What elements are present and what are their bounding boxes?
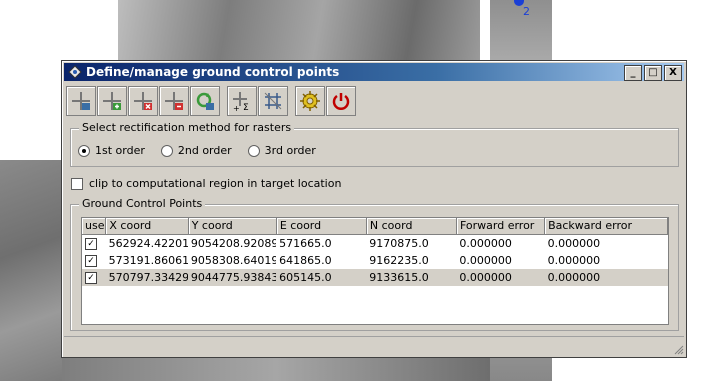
table-row[interactable]: ✓ 562924.422014 9054208.92089 571665.0 9… xyxy=(82,235,668,252)
rms-compute-icon: Σ+ xyxy=(233,92,249,112)
gcp-delete-button[interactable] xyxy=(128,86,158,116)
table-row[interactable]: ✓ 573191.86061 9058308.64019 641865.0 91… xyxy=(82,252,668,269)
cell-x[interactable]: 573191.86061 xyxy=(106,254,188,267)
cell-n[interactable]: 9162235.0 xyxy=(366,254,456,267)
gcp-reload-icon xyxy=(196,92,214,110)
minimize-button[interactable]: _ xyxy=(624,65,642,81)
gcp-group: Ground Control Points use X coord Y coor… xyxy=(70,197,679,331)
cell-e[interactable]: 641865.0 xyxy=(276,254,366,267)
rectification-group-label: Select rectification method for rasters xyxy=(79,121,295,134)
gcp-manager-window: Define/manage ground control points _ □ … xyxy=(61,60,687,358)
cell-e[interactable]: 571665.0 xyxy=(276,237,366,250)
radio-dot[interactable] xyxy=(78,144,90,157)
radio-3rd-order[interactable]: 3rd order xyxy=(247,144,316,157)
toolbar: Σ + xyxy=(66,86,356,116)
close-button[interactable]: X xyxy=(664,65,682,81)
column-header-use[interactable]: use xyxy=(82,218,107,234)
radio-label: 2nd order xyxy=(177,144,232,157)
gcp-add-button[interactable] xyxy=(97,86,127,116)
gcp-clear-button[interactable] xyxy=(159,86,189,116)
quit-button[interactable] xyxy=(326,86,356,116)
cell-forward-error: 0.000000 xyxy=(459,237,512,250)
clip-region-checkbox[interactable] xyxy=(71,177,83,190)
gcp-clear-icon xyxy=(165,92,183,110)
column-header-y[interactable]: Y coord xyxy=(189,218,277,234)
cell-y[interactable]: 9058308.64019 xyxy=(188,254,276,267)
cell-x[interactable]: 570797.334294 xyxy=(106,271,188,284)
radio-2nd-order[interactable]: 2nd order xyxy=(160,144,232,157)
radio-dot[interactable] xyxy=(247,144,260,157)
svg-text:Σ: Σ xyxy=(243,103,249,112)
use-checkbox[interactable]: ✓ xyxy=(85,254,97,267)
cell-x[interactable]: 562924.422014 xyxy=(106,237,188,250)
use-checkbox[interactable]: ✓ xyxy=(85,237,97,250)
window-title: Define/manage ground control points xyxy=(86,65,340,79)
settings-icon xyxy=(300,91,320,111)
cell-n[interactable]: 9133615.0 xyxy=(366,271,456,284)
table-row-selected[interactable]: ✓ 570797.334294 9044775.93843 605145.0 9… xyxy=(82,269,668,286)
maximize-button[interactable]: □ xyxy=(644,65,662,81)
rectification-group: Select rectification method for rasters … xyxy=(70,121,679,167)
gcp-add-icon xyxy=(103,92,121,110)
gcp-new-icon xyxy=(72,92,90,110)
resize-grip-icon[interactable] xyxy=(674,345,684,355)
app-icon xyxy=(68,65,82,79)
radio-dot[interactable] xyxy=(160,144,173,157)
gcp-delete-icon xyxy=(134,92,152,110)
rms-compute-button[interactable]: Σ + xyxy=(227,86,257,116)
gcp-new-button[interactable] xyxy=(66,86,96,116)
clip-region-option[interactable]: clip to computational region in target l… xyxy=(71,177,341,190)
cell-forward-error: 0.000000 xyxy=(459,271,512,284)
status-bar xyxy=(64,336,684,355)
use-checkbox[interactable]: ✓ xyxy=(85,271,97,284)
cell-e[interactable]: 605145.0 xyxy=(276,271,366,284)
cell-forward-error: 0.000000 xyxy=(459,254,512,267)
cell-n[interactable]: 9170875.0 xyxy=(366,237,456,250)
title-bar[interactable]: Define/manage ground control points _ □ … xyxy=(64,63,684,81)
radio-label: 1st order xyxy=(95,144,145,157)
gcp-reload-button[interactable] xyxy=(190,86,220,116)
cell-y[interactable]: 9054208.92089 xyxy=(188,237,276,250)
column-header-forward-error[interactable]: Forward error xyxy=(457,218,546,234)
radio-label: 3rd order xyxy=(264,144,316,157)
column-header-backward-error[interactable]: Backward error xyxy=(545,218,668,234)
cell-backward-error: 0.000000 xyxy=(547,271,601,284)
gcp-table[interactable]: use X coord Y coord E coord N coord Forw… xyxy=(81,217,669,325)
column-header-e[interactable]: E coord xyxy=(277,218,367,234)
cell-y[interactable]: 9044775.93843 xyxy=(188,271,276,284)
power-icon xyxy=(332,93,350,110)
clip-region-label: clip to computational region in target l… xyxy=(89,177,342,190)
map-raster-top xyxy=(118,0,480,66)
gcp-marker-label: 2 xyxy=(523,5,530,18)
map-raster-bottom xyxy=(62,356,490,381)
column-header-x[interactable]: X coord xyxy=(106,218,189,234)
cell-backward-error: 0.000000 xyxy=(547,254,601,267)
settings-button[interactable] xyxy=(295,86,325,116)
svg-text:+: + xyxy=(233,104,240,112)
georectify-icon xyxy=(264,92,282,110)
georectify-button[interactable] xyxy=(258,86,288,116)
radio-1st-order[interactable]: 1st order xyxy=(78,144,145,157)
cell-backward-error: 0.000000 xyxy=(547,237,601,250)
gcp-table-header: use X coord Y coord E coord N coord Forw… xyxy=(82,218,668,235)
gcp-group-label: Ground Control Points xyxy=(79,197,206,210)
column-header-n[interactable]: N coord xyxy=(367,218,457,234)
